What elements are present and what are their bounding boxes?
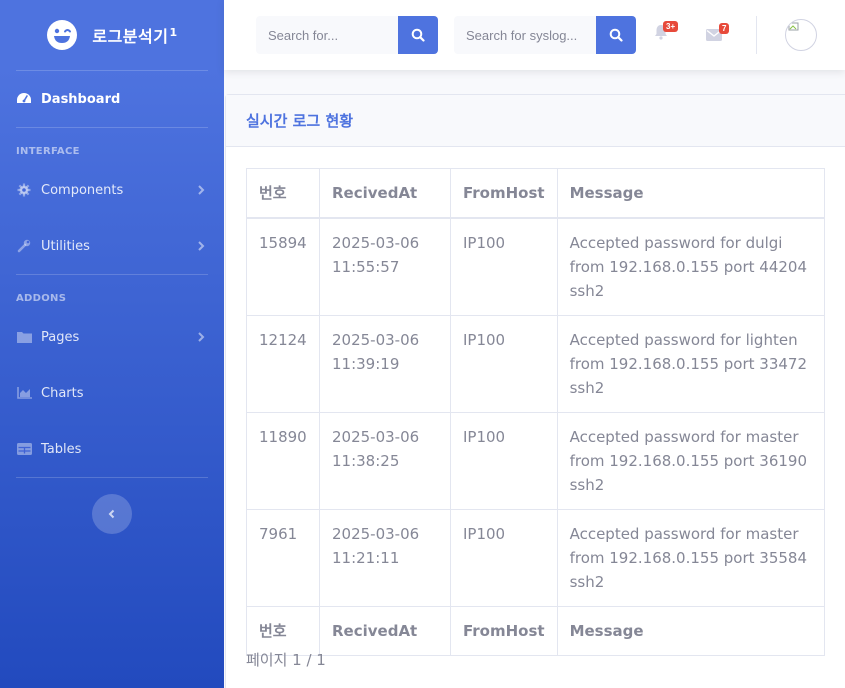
column-header[interactable]: 번호 xyxy=(246,168,320,219)
column-header[interactable]: RecivedAt xyxy=(319,168,451,219)
table-row: 11890 2025-03-06 11:38:25 IP100 Accepted… xyxy=(246,412,826,510)
cell-id: 7961 xyxy=(246,509,320,607)
search-icon xyxy=(609,28,623,42)
cell-id: 11890 xyxy=(246,412,320,510)
card-title: 실시간 로그 현황 xyxy=(246,112,354,130)
broken-image-icon xyxy=(788,22,799,31)
table-row: 15894 2025-03-06 11:55:57 IP100 Accepted… xyxy=(246,217,826,316)
messages-count-badge: 7 xyxy=(719,23,730,34)
chart-area-icon xyxy=(16,385,32,401)
sidebar-heading: ADDONS xyxy=(16,293,67,304)
sidebar-brand[interactable]: 로그분석기1 xyxy=(0,0,224,70)
sidebar-toggle-button[interactable] xyxy=(92,494,132,534)
column-header[interactable]: Message xyxy=(556,168,826,219)
cell-received-at: 2025-03-06 11:39:19 xyxy=(319,315,451,413)
messages-button[interactable]: 7 xyxy=(706,23,730,45)
sidebar-item-label: Pages xyxy=(41,329,80,345)
cog-icon xyxy=(16,182,32,198)
cell-message: Accepted password for dulgi from 192.168… xyxy=(556,217,826,316)
sidebar-item-label: Components xyxy=(41,182,124,198)
cell-id: 12124 xyxy=(246,315,320,413)
cell-message: Accepted password for lighten from 192.1… xyxy=(556,315,826,413)
realtime-log-card: 실시간 로그 현황 번호 RecivedAt FromHost Message … xyxy=(225,94,845,688)
cell-from-host: IP100 xyxy=(450,412,558,510)
column-footer: RecivedAt xyxy=(319,606,451,656)
brand-name: 로그분석기1 xyxy=(92,26,178,46)
column-footer: FromHost xyxy=(450,606,558,656)
table-header-row: 번호 RecivedAt FromHost Message xyxy=(246,168,826,219)
table-row: 7961 2025-03-06 11:21:11 IP100 Accepted … xyxy=(246,509,826,607)
sidebar-item-label: Utilities xyxy=(41,238,90,254)
topbar: 3+ 7 xyxy=(224,0,845,70)
cell-from-host: IP100 xyxy=(450,315,558,413)
search-input[interactable] xyxy=(256,16,398,54)
alerts-button[interactable]: 3+ xyxy=(654,21,679,44)
sidebar-item-charts[interactable]: Charts xyxy=(0,365,224,421)
sidebar-item-components[interactable]: Components xyxy=(0,162,224,218)
sidebar-item-label: Charts xyxy=(41,385,84,401)
tachometer-icon xyxy=(16,91,32,107)
sidebar: 로그분석기1 Dashboard INTERFACE Components Ut… xyxy=(0,0,224,688)
card-header: 실시간 로그 현황 xyxy=(226,95,845,147)
sidebar-item-label: Tables xyxy=(41,441,82,457)
sidebar-item-tables[interactable]: Tables xyxy=(0,421,224,477)
cell-message: Accepted password for master from 192.16… xyxy=(556,412,826,510)
cell-from-host: IP100 xyxy=(450,509,558,607)
topbar-divider xyxy=(756,16,757,54)
column-footer: Message xyxy=(556,606,826,656)
alerts-count-badge: 3+ xyxy=(663,21,679,32)
table-footer-row: 번호 RecivedAt FromHost Message xyxy=(246,606,826,656)
table-row: 12124 2025-03-06 11:39:19 IP100 Accepted… xyxy=(246,315,826,413)
sidebar-heading: INTERFACE xyxy=(16,146,80,157)
syslog-search-button[interactable] xyxy=(596,16,636,54)
sidebar-item-dashboard[interactable]: Dashboard xyxy=(0,71,224,127)
log-table: 번호 RecivedAt FromHost Message 15894 2025… xyxy=(246,168,826,656)
chevron-right-icon xyxy=(198,332,205,342)
search-form xyxy=(256,16,438,54)
cell-message: Accepted password for master from 192.16… xyxy=(556,509,826,607)
cell-received-at: 2025-03-06 11:21:11 xyxy=(319,509,451,607)
chevron-right-icon xyxy=(198,185,205,195)
folder-icon xyxy=(16,329,32,345)
cell-id: 15894 xyxy=(246,217,320,316)
wrench-icon xyxy=(16,238,32,254)
sidebar-divider xyxy=(16,477,208,478)
sidebar-item-pages[interactable]: Pages xyxy=(0,309,224,365)
chevron-right-icon xyxy=(198,241,205,251)
search-icon xyxy=(411,28,425,42)
pagination-info: 페이지 1 / 1 xyxy=(246,651,326,669)
chevron-left-icon xyxy=(108,509,115,519)
user-avatar[interactable] xyxy=(785,19,817,51)
cell-received-at: 2025-03-06 11:55:57 xyxy=(319,217,451,316)
table-icon xyxy=(16,441,32,457)
search-button[interactable] xyxy=(398,16,438,54)
syslog-search-input[interactable] xyxy=(454,16,596,54)
cell-received-at: 2025-03-06 11:38:25 xyxy=(319,412,451,510)
syslog-search-form xyxy=(454,16,636,54)
sidebar-item-utilities[interactable]: Utilities xyxy=(0,218,224,274)
laugh-wink-icon xyxy=(47,20,78,50)
column-header[interactable]: FromHost xyxy=(450,168,558,219)
cell-from-host: IP100 xyxy=(450,217,558,316)
sidebar-item-label: Dashboard xyxy=(41,91,121,107)
